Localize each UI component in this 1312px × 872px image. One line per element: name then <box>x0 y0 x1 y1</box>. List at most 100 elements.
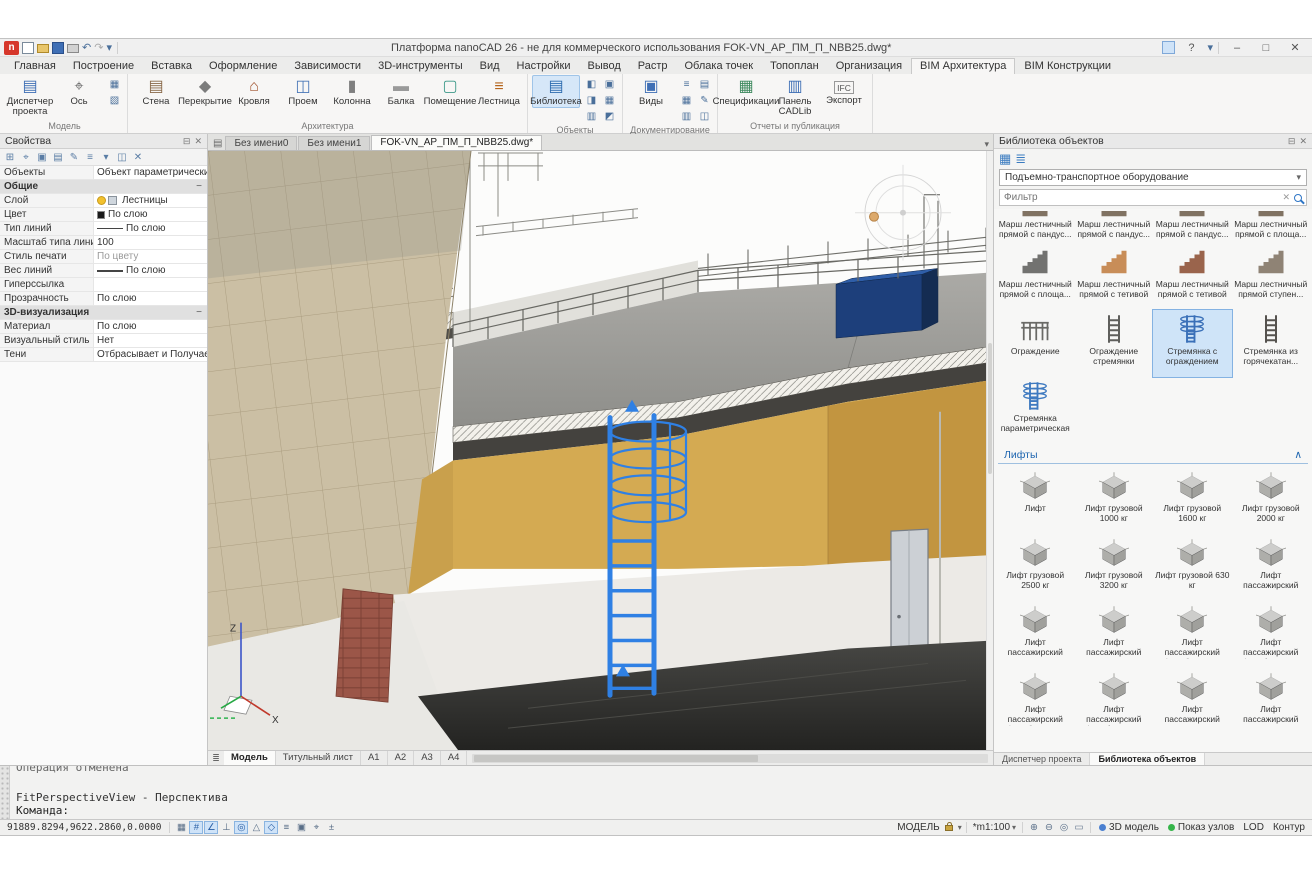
view-tool-icon[interactable]: ◎ <box>1057 821 1071 834</box>
minimize-button[interactable]: – <box>1224 40 1250 56</box>
library-item[interactable]: Лифт пассажирский (офис, банк, гост... <box>1153 601 1232 668</box>
ribbon-tool-icon[interactable]: ▦ <box>678 94 695 109</box>
ribbon-tool-icon[interactable]: ▣ <box>601 78 618 93</box>
properties-toolbar-icon[interactable]: ▣ <box>35 152 49 163</box>
grid-view-icon[interactable]: ▦ <box>999 151 1011 167</box>
ribbon-tab[interactable]: Вставка <box>143 59 200 74</box>
ribbon-tool-icon[interactable]: ◩ <box>601 110 618 125</box>
panel-tab[interactable]: Диспетчер проекта <box>994 753 1090 765</box>
ribbon-button[interactable]: ≡ Лестница <box>475 75 523 108</box>
ribbon-tool-icon[interactable]: ◫ <box>696 110 713 125</box>
redo-icon[interactable]: ↷ <box>94 42 103 54</box>
snap-toggle-icon[interactable]: ◎ <box>234 821 248 834</box>
close-button[interactable]: ✕ <box>1282 40 1308 56</box>
library-item[interactable]: Лифт пассажирский (офис, банк, гост... <box>996 668 1075 735</box>
ribbon-button[interactable]: ◫ Проем <box>279 75 327 108</box>
properties-toolbar-icon[interactable]: ▤ <box>51 152 65 163</box>
command-prompt[interactable]: Команда: <box>16 804 1308 817</box>
snap-toggle-icon[interactable]: ∠ <box>204 821 218 834</box>
coordinates-readout[interactable]: 91889.8294,9622.2860,0.0000 <box>3 822 165 833</box>
ribbon-button[interactable]: ▮ Колонна <box>328 75 376 108</box>
property-row[interactable]: Масштаб типа линий 100 <box>0 236 207 250</box>
pin-icon[interactable]: ⊟ <box>183 136 191 147</box>
library-item[interactable]: Лифт <box>996 467 1075 534</box>
close-icon[interactable]: ✕ <box>194 136 202 147</box>
ribbon-tool-icon[interactable]: ▥ <box>678 110 695 125</box>
property-row[interactable]: Стиль печати По цвету <box>0 250 207 264</box>
ribbon-tool-icon[interactable]: ◧ <box>583 78 600 93</box>
library-item[interactable]: Марш лестничный прямой с пандус... <box>1075 209 1154 243</box>
library-item[interactable]: Лифт грузовой 3200 кг <box>1075 534 1154 601</box>
properties-toolbar-icon[interactable]: ◫ <box>115 152 129 163</box>
library-item[interactable]: Стремянка из горячекатан... <box>1232 310 1311 377</box>
library-item[interactable]: Марш лестничный прямой с площа... <box>1232 209 1311 243</box>
snap-toggle-icon[interactable]: # <box>189 821 203 834</box>
library-item[interactable]: Лифт пассажирский (офис, банк, гост... <box>1232 601 1311 668</box>
library-item[interactable]: Лифт грузовой 2000 кг <box>1232 467 1311 534</box>
new-file-icon[interactable] <box>22 42 34 54</box>
property-row[interactable]: Материал По слою <box>0 320 207 334</box>
library-item[interactable]: Марш лестничный прямой ступен... <box>1232 243 1311 310</box>
ribbon-button[interactable]: ⌂ Кровля <box>230 75 278 108</box>
library-item[interactable]: Лифт пассажирский (транспортиров... <box>1153 668 1232 735</box>
layout-tab[interactable]: А2 <box>388 751 415 765</box>
pin-icon[interactable]: ⊟ <box>1288 136 1296 147</box>
view-tool-icon[interactable]: ▭ <box>1072 821 1086 834</box>
ribbon-tool-icon[interactable]: ▦ <box>601 94 618 109</box>
ribbon-tab[interactable]: Вывод <box>579 59 628 74</box>
property-row[interactable]: Тени Отбрасывает и Получает <box>0 348 207 362</box>
property-row[interactable]: Тип линий По слою <box>0 222 207 236</box>
space-mode-label[interactable]: МОДЕЛЬ <box>895 822 941 833</box>
category-dropdown[interactable]: Подъемно-транспортное оборудование ▾ <box>999 169 1307 186</box>
ribbon-button[interactable]: ◆ Перекрытие <box>181 75 229 108</box>
ribbon-tab[interactable]: Оформление <box>201 59 285 74</box>
ribbon-tab[interactable]: Вид <box>472 59 508 74</box>
library-item[interactable]: Стремянка с ограждением <box>1153 310 1232 377</box>
properties-toolbar-icon[interactable]: ≡ <box>83 152 97 163</box>
3d-scene[interactable]: Z X <box>208 151 993 750</box>
properties-toolbar-icon[interactable]: ✎ <box>67 152 81 163</box>
ribbon-tab[interactable]: Облака точек <box>677 59 762 74</box>
property-row[interactable]: 3D-визуализация <box>0 306 207 320</box>
viewport-scrollbar[interactable] <box>986 151 993 750</box>
layout-tab[interactable]: А4 <box>441 751 468 765</box>
ribbon-button[interactable]: ▬ Балка <box>377 75 425 108</box>
ribbon-tab[interactable]: Организация <box>828 59 910 74</box>
clear-filter-icon[interactable]: ✕ <box>1282 192 1290 203</box>
status-toggle[interactable]: Контур <box>1269 822 1309 833</box>
ribbon-button[interactable]: ▣ Виды <box>627 75 675 108</box>
ribbon-button[interactable]: ▤ Стена <box>132 75 180 108</box>
tab-list-caret-icon[interactable]: ▾ <box>984 139 989 150</box>
properties-toolbar-icon[interactable]: ✕ <box>131 152 145 163</box>
ribbon-button[interactable]: ▤ Диспетчер проекта <box>6 75 54 118</box>
ribbon-tab[interactable]: Главная <box>6 59 64 74</box>
ribbon-tab[interactable]: BIM Архитектура <box>911 58 1015 74</box>
ribbon-tool-icon[interactable]: ≡ <box>678 78 695 93</box>
save-icon[interactable] <box>52 42 64 54</box>
snap-toggle-icon[interactable]: ▦ <box>174 821 188 834</box>
ribbon-tool-icon[interactable]: ▧ <box>106 94 123 109</box>
snap-toggle-icon[interactable]: ⊥ <box>219 821 233 834</box>
horizontal-scrollbar[interactable] <box>472 754 988 763</box>
mode-caret-icon[interactable]: ▾ <box>958 823 962 832</box>
library-item[interactable]: Ограждение стремянки <box>1075 310 1154 377</box>
property-row[interactable]: Слой Лестницы <box>0 194 207 208</box>
library-item[interactable]: Лифт пассажирский (жилое здание) 1... <box>1232 534 1311 601</box>
maximize-button[interactable]: □ <box>1253 40 1279 56</box>
property-row[interactable]: Вес линий По слою <box>0 264 207 278</box>
help-caret-icon[interactable]: ▾ <box>1207 42 1213 54</box>
qat-more-icon[interactable]: ▾ <box>106 42 112 54</box>
library-item[interactable]: Лифт грузовой 2500 кг <box>996 534 1075 601</box>
library-filter-input[interactable] <box>1004 192 1278 203</box>
layout-tab[interactable]: Модель <box>224 751 276 765</box>
list-view-icon[interactable]: ≣ <box>1015 151 1026 167</box>
library-button[interactable]: ▤ Библиотека <box>532 75 580 108</box>
library-item[interactable]: Лифт грузовой 630 кг <box>1153 534 1232 601</box>
status-toggle[interactable]: 3D модель <box>1095 822 1163 833</box>
update-icon[interactable] <box>1162 41 1175 54</box>
collapse-icon[interactable] <box>196 180 207 193</box>
ribbon-button[interactable]: ▢ Помещение <box>426 75 474 108</box>
layout-tab[interactable]: А3 <box>414 751 441 765</box>
collapse-section-icon[interactable]: ∧ <box>1294 449 1302 461</box>
library-item[interactable]: Марш лестничный прямой с тетивой <box>1153 243 1232 310</box>
